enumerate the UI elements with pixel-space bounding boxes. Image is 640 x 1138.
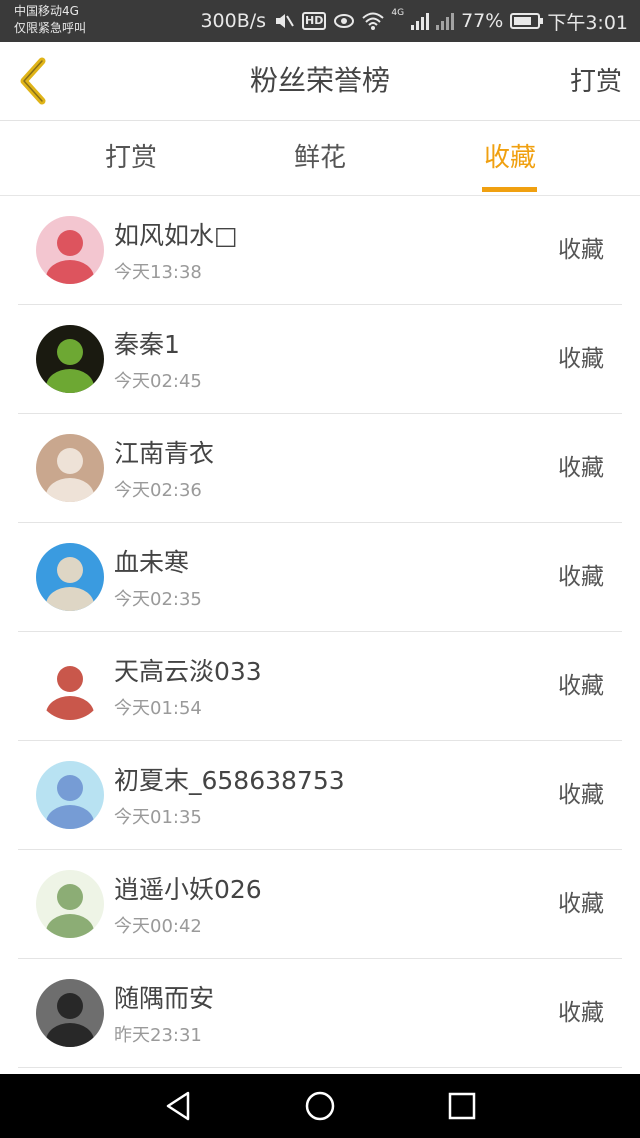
list-item[interactable]: 如风如水□ 今天13:38 收藏 (18, 196, 622, 305)
timestamp: 昨天23:31 (114, 1025, 202, 1046)
list-item[interactable]: 秦秦1 今天02:45 收藏 (18, 305, 622, 414)
timestamp: 今天13:38 (114, 262, 202, 283)
user-name[interactable]: 逍遥小妖026 (114, 870, 262, 906)
system-nav-bar (0, 1074, 640, 1138)
list-item[interactable]: 逍遥小妖026 今天00:42 收藏 (18, 850, 622, 959)
user-name[interactable]: 随隅而安 (114, 979, 214, 1015)
network-speed: 300B/s (200, 10, 267, 32)
avatar[interactable] (36, 543, 104, 611)
top-app-bar: 粉丝荣誉榜 打赏 (0, 42, 640, 121)
favorite-status: 收藏 (558, 455, 604, 481)
favorite-status: 收藏 (558, 782, 604, 808)
avatar[interactable] (36, 652, 104, 720)
tab-flowers[interactable]: 鲜花 (240, 121, 400, 195)
timestamp: 今天01:54 (114, 698, 202, 719)
carrier-line2: 仅限紧急呼叫 (14, 21, 87, 35)
carrier-info: 中国移动4G 仅限紧急呼叫 (14, 3, 86, 37)
mute-icon (276, 14, 294, 28)
hd-badge: HD (302, 12, 327, 30)
battery-percent: 77% (461, 10, 504, 32)
user-name[interactable]: 江南青衣 (114, 434, 214, 470)
timestamp: 今天00:42 (114, 916, 202, 937)
avatar[interactable] (36, 761, 104, 829)
list-item[interactable]: 天高云淡033 今天01:54 收藏 (18, 632, 622, 741)
page-title: 粉丝荣誉榜 (249, 64, 390, 97)
timestamp: 今天02:36 (114, 480, 202, 501)
avatar-image (46, 448, 94, 502)
status-bar: 中国移动4G 仅限紧急呼叫 300B/s HD 4G 77% 下午3:01 (0, 0, 640, 42)
user-name[interactable]: 初夏末_658638753 (114, 761, 345, 797)
avatar[interactable] (36, 434, 104, 502)
fan-list: 如风如水□ 今天13:38 收藏 秦秦1 今天02:45 收藏 江南青衣 今天02:36 收藏血… (18, 196, 622, 1068)
user-name[interactable]: 血未寒 (114, 543, 189, 579)
avatar[interactable] (36, 870, 104, 938)
eye-icon (334, 14, 355, 28)
avatar-image (46, 230, 94, 284)
avatar[interactable] (36, 325, 104, 393)
avatar-image (46, 666, 94, 720)
list-item[interactable]: 血未寒今天02:35 收藏 (18, 523, 622, 632)
list-item[interactable]: 初夏末_658638753 今天01:35 收藏 (18, 741, 622, 850)
avatar-image (46, 339, 94, 393)
network-type: 4G (391, 8, 405, 18)
user-name[interactable]: 秦秦1 (114, 325, 180, 361)
user-name[interactable]: 如风如水□ (114, 216, 238, 252)
avatar[interactable] (36, 979, 104, 1047)
triangle-back-icon[interactable] (162, 1090, 194, 1122)
avatar-image (46, 775, 94, 829)
list-item[interactable]: 随隅而安昨天23:31 收藏 (18, 959, 622, 1068)
timestamp: 今天02:35 (114, 589, 202, 610)
active-tab-indicator (482, 187, 537, 192)
favorite-status: 收藏 (558, 346, 604, 372)
favorite-status: 收藏 (558, 564, 604, 590)
signal-bars-secondary-icon (436, 12, 455, 30)
carrier-line1: 中国移动4G (14, 4, 79, 18)
list-item[interactable]: 江南青衣今天02:36 收藏 (18, 414, 622, 523)
avatar-image (46, 993, 94, 1047)
tab-favorites[interactable]: 收藏 (430, 121, 590, 195)
tab-bar: 打赏 鲜花 收藏 (0, 121, 640, 196)
favorite-status: 收藏 (558, 891, 604, 917)
favorite-status: 收藏 (558, 1000, 604, 1026)
user-name[interactable]: 天高云淡033 (114, 652, 262, 688)
reward-button[interactable]: 打赏 (570, 42, 622, 120)
battery-icon (510, 13, 544, 29)
clock: 下午3:01 (547, 11, 628, 34)
timestamp: 今天01:35 (114, 807, 202, 828)
avatar[interactable] (36, 216, 104, 284)
wifi-icon (362, 12, 385, 30)
status-indicators: 300B/s HD 4G 77% 下午3:01 (200, 8, 628, 34)
tab-reward[interactable]: 打赏 (51, 121, 211, 195)
signal-bars-icon (411, 12, 430, 30)
circle-home-icon[interactable] (304, 1090, 336, 1122)
timestamp: 今天02:45 (114, 371, 202, 392)
favorite-status: 收藏 (558, 673, 604, 699)
avatar-image (46, 557, 94, 611)
favorite-status: 收藏 (558, 237, 604, 263)
square-recent-icon[interactable] (446, 1090, 478, 1122)
avatar-image (46, 884, 94, 938)
